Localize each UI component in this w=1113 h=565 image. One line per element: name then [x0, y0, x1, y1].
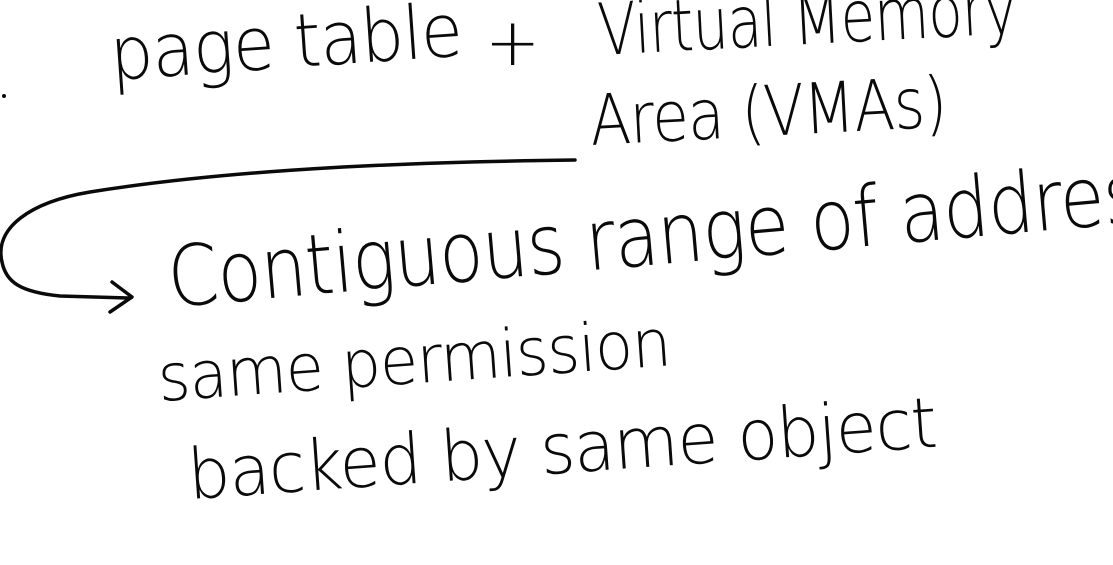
whiteboard-canvas: page table + Virtual Memory Area (VMAs) …	[0, 0, 1113, 565]
plus-sign: +	[485, 4, 540, 81]
heading-area-vmas: Area (VMAs)	[587, 61, 949, 162]
stray-dot	[2, 94, 6, 98]
